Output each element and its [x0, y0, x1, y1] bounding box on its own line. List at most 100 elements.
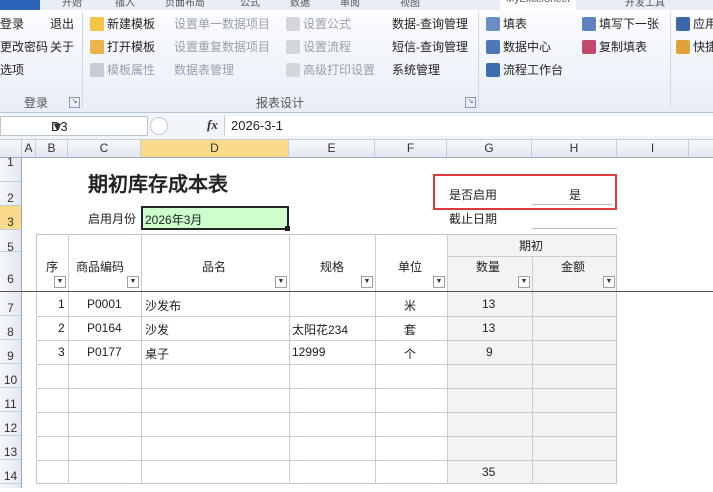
change-password-button[interactable]: 更改密码 — [0, 38, 48, 55]
tab-myexcelsheet[interactable]: MyExcelSheet — [500, 0, 576, 10]
set-flow-button[interactable]: 设置流程 — [286, 38, 351, 55]
row-unit: 个 — [404, 347, 417, 361]
row-name: 桌子 — [145, 347, 170, 361]
set-repeat-item-label: 设置重复数据项目 — [174, 40, 271, 54]
enabled-value[interactable]: 是 — [569, 186, 581, 203]
row-header-3[interactable]: 3 — [0, 206, 21, 230]
set-single-item-button[interactable]: 设置单一数据项目 — [174, 15, 270, 32]
tab-developer[interactable]: 开发工具 — [625, 0, 665, 9]
insert-function-icon[interactable]: fx — [207, 117, 218, 133]
filter-dropdown-icon[interactable]: ▼ — [54, 276, 66, 288]
table-row: 3 P0177 桌子 12999 个 9 — [36, 340, 617, 364]
set-flow-label: 设置流程 — [303, 40, 352, 54]
header-name: 品名 — [202, 260, 227, 274]
column-header-e[interactable]: E — [289, 140, 375, 157]
options-label: 选项 — [0, 63, 25, 77]
filter-dropdown-icon[interactable]: ▼ — [361, 276, 373, 288]
header-seq: 序 — [46, 260, 59, 274]
group-launcher-login[interactable]: ↘ — [69, 97, 80, 108]
row-header-14[interactable]: 14 — [0, 460, 21, 484]
open-template-button[interactable]: 打开模板 — [90, 38, 155, 55]
fill-form-label: 填表 — [503, 17, 528, 31]
tab-page-layout[interactable]: 页面布局 — [165, 0, 205, 9]
chevron-down-icon[interactable]: ▼ — [51, 119, 64, 134]
data-table-manage-button[interactable]: 数据表管理 — [174, 61, 234, 78]
copy-fill-button[interactable]: 复制填表 — [582, 38, 647, 55]
row-header-10[interactable]: 10 — [0, 364, 21, 388]
fill-form-button[interactable]: 填表 — [486, 15, 527, 32]
apply-button[interactable]: 应用 — [676, 15, 713, 32]
sheet-title: 期初库存成本表 — [88, 172, 228, 196]
row-header-9[interactable]: 9 — [0, 340, 21, 364]
change-password-label: 更改密码 — [0, 40, 49, 54]
column-header-a[interactable]: A — [22, 140, 36, 157]
tab-file[interactable] — [0, 0, 40, 10]
row-header-6[interactable]: 6 — [0, 252, 21, 292]
filter-dropdown-icon[interactable]: ▼ — [433, 276, 445, 288]
row-header-2[interactable]: 2 — [0, 182, 21, 206]
fill-handle[interactable] — [285, 226, 290, 231]
column-header-b[interactable]: B — [36, 140, 68, 157]
filter-dropdown-icon[interactable]: ▼ — [518, 276, 530, 288]
row-code: P0001 — [87, 297, 122, 311]
advanced-print-button[interactable]: 高级打印设置 — [286, 61, 375, 78]
formula-input[interactable]: 2026-3-1 — [224, 116, 713, 136]
template-properties-button[interactable]: 模板属性 — [90, 61, 155, 78]
fill-next-button[interactable]: 填写下一张 — [582, 15, 659, 32]
row-seq: 1 — [58, 297, 65, 311]
column-header-i[interactable]: I — [617, 140, 689, 157]
header-opening: 期初 — [519, 239, 544, 253]
filter-dropdown-icon[interactable]: ▼ — [127, 276, 139, 288]
row-header-5[interactable]: 5 — [0, 230, 21, 254]
column-header-g[interactable]: G — [447, 140, 532, 157]
inventory-table: 序 商品编码 品名 规格 单位 期初 数量 金额 ▼ ▼ ▼ ▼ ▼ ▼ ▼ 1… — [0, 234, 713, 484]
name-box[interactable]: D3 ▼ — [0, 116, 148, 136]
month-input-cell[interactable]: 2026年3月 — [141, 206, 289, 230]
tab-insert[interactable]: 插入 — [115, 0, 135, 9]
cutoff-label: 截止日期 — [449, 212, 498, 226]
tab-data[interactable]: 数据 — [290, 0, 310, 9]
header-unit: 单位 — [398, 260, 423, 274]
row-header-12[interactable]: 12 — [0, 412, 21, 436]
tab-review[interactable]: 审阅 — [340, 0, 360, 9]
row-header-11[interactable]: 11 — [0, 388, 21, 412]
data-query-button[interactable]: 数据-查询管理 — [392, 15, 468, 32]
data-center-button[interactable]: 数据中心 — [486, 38, 551, 55]
options-button[interactable]: 选项 — [0, 61, 24, 78]
set-repeat-item-button[interactable]: 设置重复数据项目 — [174, 38, 270, 55]
row-header-13[interactable]: 13 — [0, 436, 21, 460]
column-header-c[interactable]: C — [68, 140, 141, 157]
tab-home[interactable]: 开始 — [62, 0, 82, 9]
workflow-desk-button[interactable]: 流程工作台 — [486, 61, 563, 78]
filter-dropdown-icon[interactable]: ▼ — [275, 276, 287, 288]
column-header-d[interactable]: D — [141, 140, 289, 157]
copy-icon — [582, 39, 596, 54]
login-label: 登录 — [0, 17, 25, 31]
column-header-bar: A B C D E F G H I — [0, 140, 713, 158]
row-header-8[interactable]: 8 — [0, 316, 21, 340]
about-button[interactable]: 关于 — [50, 38, 74, 55]
tab-view[interactable]: 视图 — [400, 0, 420, 9]
sms-query-button[interactable]: 短信-查询管理 — [392, 38, 468, 55]
data-query-label: 数据-查询管理 — [392, 17, 468, 31]
logout-button[interactable]: 退出 — [50, 15, 74, 32]
row-header-7[interactable]: 7 — [0, 292, 21, 316]
row-header-1[interactable]: 1 — [0, 156, 21, 182]
column-header-h[interactable]: H — [532, 140, 617, 157]
grid-line — [36, 388, 617, 389]
quick-button[interactable]: 快捷 — [676, 38, 713, 55]
group-launcher-report[interactable]: ↘ — [465, 97, 476, 108]
system-manage-button[interactable]: 系统管理 — [392, 61, 440, 78]
filter-dropdown-icon[interactable]: ▼ — [603, 276, 615, 288]
column-header-f[interactable]: F — [375, 140, 447, 157]
set-formula-button[interactable]: 设置公式 — [286, 15, 351, 32]
login-button[interactable]: 登录 — [0, 15, 24, 32]
group-separator — [670, 12, 671, 108]
tab-formulas[interactable]: 公式 — [240, 0, 260, 9]
workflow-desk-label: 流程工作台 — [503, 63, 564, 77]
new-template-button[interactable]: 新建模板 — [90, 15, 155, 32]
row-qty: 13 — [482, 297, 496, 311]
next-sheet-icon — [582, 16, 596, 31]
formula-bar-resize-handle[interactable] — [150, 117, 168, 135]
quick-icon — [676, 39, 690, 54]
